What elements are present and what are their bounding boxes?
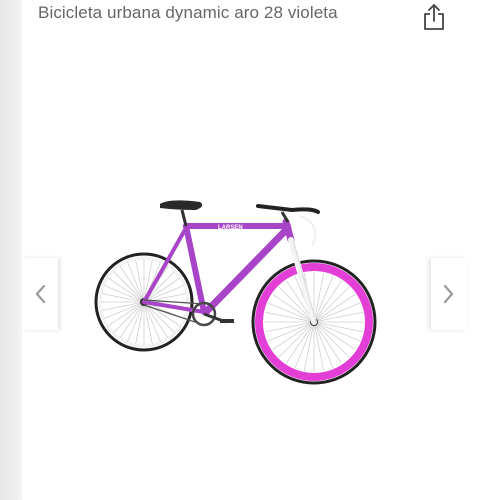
product-title: Bicicleta urbana dynamic aro 28 violeta bbox=[38, 3, 338, 22]
side-panel-shadow bbox=[0, 0, 22, 500]
bicycle-frame bbox=[142, 218, 295, 316]
share-icon bbox=[424, 4, 444, 30]
saddle bbox=[160, 200, 203, 210]
previous-image-button[interactable] bbox=[22, 258, 58, 330]
handlebar bbox=[256, 204, 320, 214]
share-button[interactable] bbox=[420, 2, 448, 32]
chevron-left-icon bbox=[35, 284, 46, 304]
product-image-bicycle: LARSEN bbox=[94, 200, 377, 385]
next-image-button[interactable] bbox=[431, 258, 467, 330]
frame-brand-decal: LARSEN bbox=[218, 225, 243, 231]
chevron-right-icon bbox=[443, 284, 454, 304]
front-fork bbox=[288, 237, 317, 325]
